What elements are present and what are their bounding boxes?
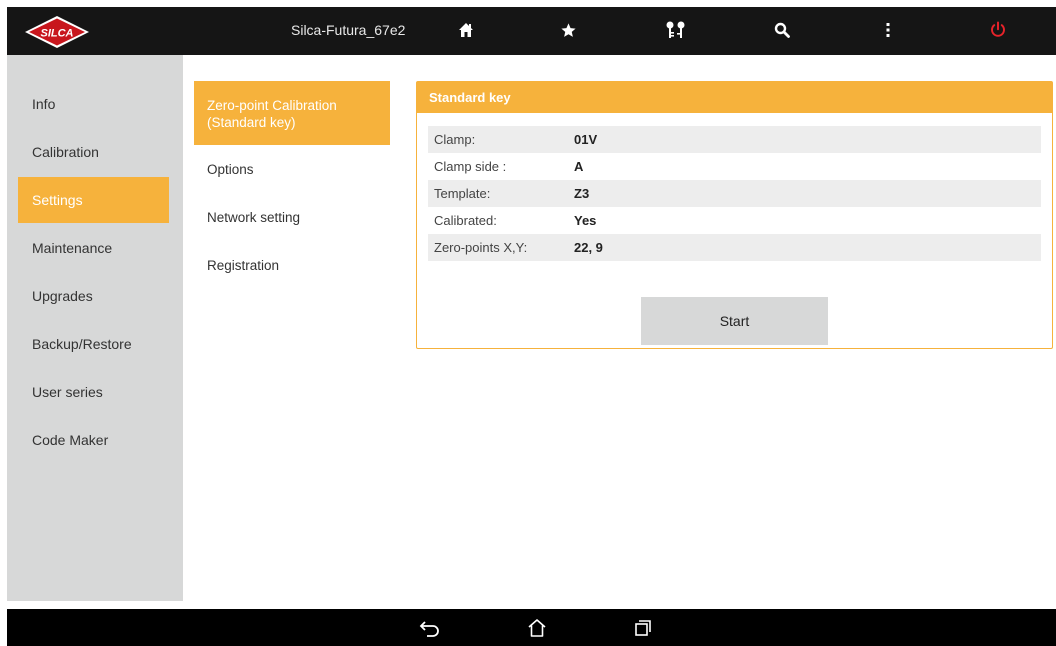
info-value: 01V [574,132,598,147]
sidebar-item-backup-restore[interactable]: Backup/Restore [18,321,169,367]
sidebar-item-info[interactable]: Info [18,81,169,127]
sidebar-item-calibration[interactable]: Calibration [18,129,169,175]
info-row-zero-points: Zero-points X,Y: 22, 9 [428,234,1041,261]
svg-text:SILCA: SILCA [41,28,74,40]
back-icon[interactable] [416,615,444,641]
info-row-clamp-side: Clamp side : A [428,153,1041,180]
sidebar-item-user-series[interactable]: User series [18,369,169,415]
power-icon[interactable] [983,15,1013,45]
info-key: Calibrated: [434,213,497,228]
submenu-item-options[interactable]: Options [194,162,390,177]
keys-icon[interactable] [661,15,691,45]
submenu-item-registration[interactable]: Registration [194,258,390,273]
info-key: Clamp: [434,132,476,147]
submenu-item-network-setting[interactable]: Network setting [194,210,390,225]
sidebar: Info Calibration Settings Maintenance Up… [7,55,183,601]
info-value: 22, 9 [574,240,603,255]
submenu-item-zero-point-calibration[interactable]: Zero-point Calibration (Standard key) [194,81,390,145]
start-button[interactable]: Start [641,297,828,345]
info-key: Clamp side : [434,159,507,174]
search-icon[interactable] [767,15,797,45]
recent-apps-icon[interactable] [629,615,657,641]
sidebar-item-code-maker[interactable]: Code Maker [18,417,169,463]
silca-logo: SILCA [21,13,93,51]
info-row-calibrated: Calibrated: Yes [428,207,1041,234]
submenu-item-label-line1: Zero-point Calibration [207,98,337,113]
more-vertical-icon[interactable] [873,15,903,45]
info-key: Template: [434,186,491,201]
home-icon[interactable] [451,15,481,45]
star-icon[interactable] [553,15,583,45]
home-outline-icon[interactable] [523,615,551,641]
top-bar: SILCA Silca-Futura_67e2 [7,7,1056,55]
sidebar-item-settings[interactable]: Settings [18,177,169,223]
info-row-clamp: Clamp: 01V [428,126,1041,153]
sidebar-item-upgrades[interactable]: Upgrades [18,273,169,319]
info-key: Zero-points X,Y: [434,240,528,255]
info-value: A [574,159,584,174]
info-row-template: Template: Z3 [428,180,1041,207]
device-name: Silca-Futura_67e2 [291,22,406,38]
info-value: Z3 [574,186,590,201]
standard-key-panel: Standard key Clamp: 01V Clamp side : A T… [416,81,1053,349]
android-nav-bar [7,609,1056,646]
sidebar-item-maintenance[interactable]: Maintenance [18,225,169,271]
submenu-item-label-line2: (Standard key) [207,115,296,130]
panel-title: Standard key [417,82,1052,113]
info-value: Yes [574,213,597,228]
